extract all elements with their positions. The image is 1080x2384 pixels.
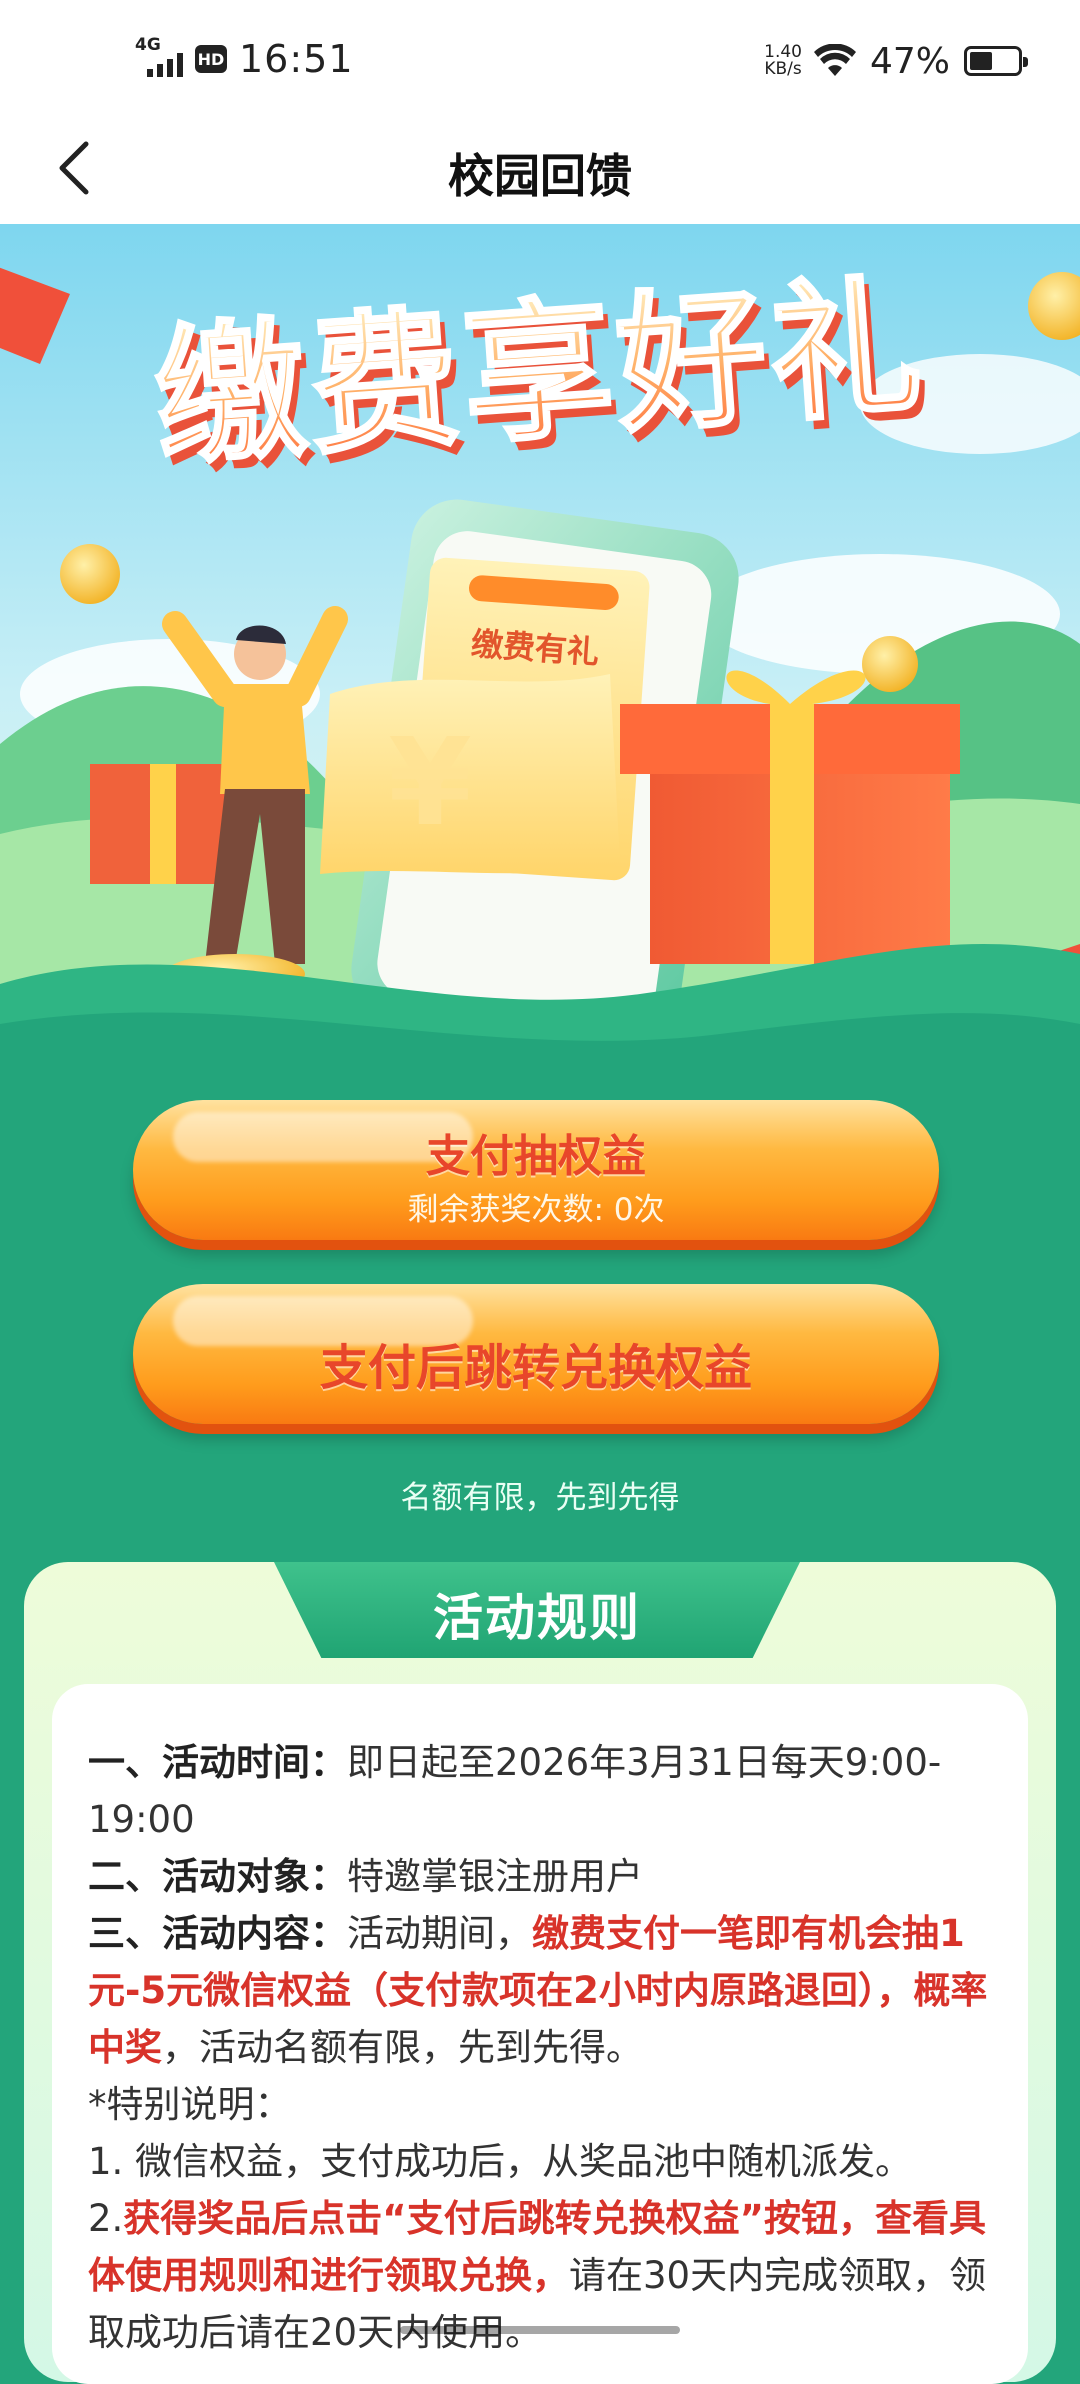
speed-unit: KB/s (764, 59, 802, 79)
network-speed: 1.40 KB/s (764, 44, 802, 78)
battery-percent: 47% (869, 40, 950, 82)
page-title: 校园回馈 (448, 149, 632, 203)
nav-bar: 校园回馈 (0, 112, 1080, 224)
rule-content: 三、活动内容：活动期间，缴费支付一笔即有机会抽1元-5元微信权益（支付款项在2小… (88, 1905, 1008, 2076)
battery-level (970, 52, 992, 70)
network-type: 4G (135, 35, 161, 55)
rule-time-label: 一、活动时间： (88, 1741, 347, 1784)
rules-title: 活动规则 (433, 1589, 641, 1647)
clock: 16:51 (239, 37, 354, 81)
rule-target-value: 特邀掌银注册用户 (347, 1855, 643, 1898)
rule-target: 二、活动对象：特邀掌银注册用户 (88, 1848, 1008, 1905)
redeem-benefit-label: 支付后跳转兑换权益 (319, 1340, 752, 1396)
draw-benefit-label: 支付抽权益 (426, 1131, 646, 1182)
draw-benefit-button[interactable]: 支付抽权益 剩余获奖次数: 0次 (133, 1100, 939, 1240)
redeem-benefit-button[interactable]: 支付后跳转兑换权益 (133, 1284, 939, 1424)
special-note-item-1: 1. 微信权益，支付成功后，从奖品池中随机派发。 (88, 2140, 913, 2183)
promo-banner-illustration: 缴费享好礼 缴费享好礼 缴费有礼 ¥ (0, 224, 1080, 1080)
rule-content-suffix: ，活动名额有限，先到先得。 (162, 2026, 643, 2069)
rule-content-prefix: 活动期间， (347, 1912, 532, 1955)
limit-note: 名额有限，先到先得 (400, 1480, 680, 1516)
rule-content-label: 三、活动内容： (88, 1912, 347, 1955)
special-note-item-2: 2.获得奖品后点击“支付后跳转兑换权益”按钮，查看具体使用规则和进行领取兑换，请… (88, 2190, 1008, 2361)
status-bar: 4G HD 16:51 1.40 KB/s 47% (0, 0, 1080, 112)
status-left: 4G HD 16:51 (135, 34, 354, 84)
battery-icon (964, 46, 1028, 76)
remaining-draws-text: 剩余获奖次数: 0次 (407, 1192, 665, 1228)
wifi-icon (813, 44, 856, 76)
home-indicator[interactable] (400, 2326, 680, 2334)
rules-text: 一、活动时间：即日起至2026年3月31日每天9:00-19:00 二、活动对象… (88, 1734, 1008, 2361)
special-note-title: *特别说明： (88, 2083, 292, 2126)
item2-prefix: 2. (88, 2197, 124, 2240)
svg-text:¥: ¥ (388, 714, 472, 853)
rule-time: 一、活动时间：即日起至2026年3月31日每天9:00-19:00 (88, 1734, 1008, 1848)
signal-icon: 4G (135, 35, 191, 79)
status-right: 1.40 KB/s 47% (764, 36, 1028, 86)
rule-target-label: 二、活动对象： (88, 1855, 347, 1898)
hd-icon: HD (195, 45, 227, 73)
promo-banner: 缴费享好礼 缴费享好礼 缴费有礼 ¥ (0, 224, 1080, 1080)
